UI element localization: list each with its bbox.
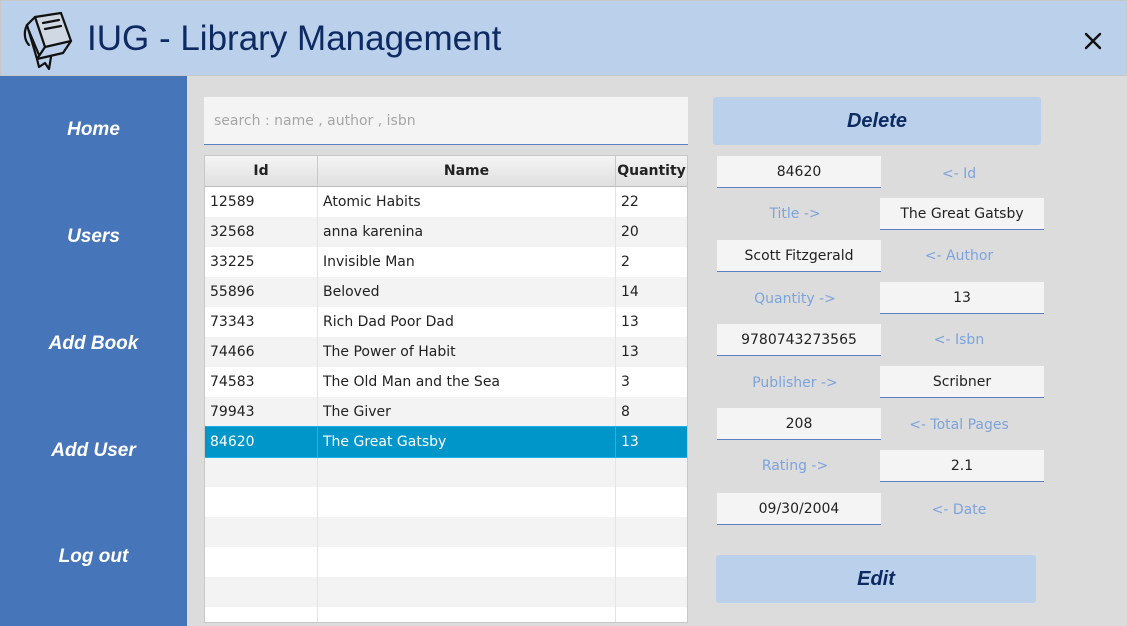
- close-icon[interactable]: [1077, 25, 1109, 57]
- cell-name: Atomic Habits: [318, 187, 616, 217]
- cell-id: 12589: [205, 187, 318, 217]
- table-body: 12589 Atomic Habits 22 32568 anna karenina 20…: [205, 187, 687, 622]
- cell-quantity: [616, 547, 687, 577]
- rating-label: Rating ->: [761, 458, 829, 474]
- quantity-field[interactable]: 13: [880, 282, 1044, 314]
- cell-id: 79943: [205, 397, 318, 427]
- cell-id: 73343: [205, 307, 318, 337]
- cell-id: 74466: [205, 337, 318, 367]
- cell-id: 33225: [205, 247, 318, 277]
- cell-name: The Power of Habit: [318, 337, 616, 367]
- publisher-label: Publisher ->: [752, 375, 838, 391]
- table-row[interactable]: 73343 Rich Dad Poor Dad 13: [205, 307, 687, 337]
- cell-name: Invisible Man: [318, 247, 616, 277]
- cell-name: Beloved: [318, 277, 616, 307]
- cell-id: [205, 517, 318, 547]
- total-pages-label: <- Total Pages: [909, 417, 1009, 433]
- table-row[interactable]: 32568 anna karenina 20: [205, 217, 687, 247]
- sidebar-item-add-book[interactable]: Add Book: [0, 324, 187, 364]
- books-table: Id Name Quantity 12589 Atomic Habits 22 325…: [204, 155, 688, 623]
- table-row[interactable]: 12589 Atomic Habits 22: [205, 187, 687, 217]
- isbn-label: <- Isbn: [933, 332, 985, 348]
- cell-id: [205, 457, 318, 487]
- cell-id: [205, 607, 318, 622]
- cell-id: [205, 487, 318, 517]
- table-row[interactable]: 74466 The Power of Habit 13: [205, 337, 687, 367]
- table-row[interactable]: 74583 The Old Man and the Sea 3: [205, 367, 687, 397]
- cell-name: [318, 487, 616, 517]
- table-header: Id Name Quantity: [205, 156, 687, 187]
- empty-table-row: [205, 577, 687, 607]
- empty-table-row: [205, 517, 687, 547]
- cell-id: 55896: [205, 277, 318, 307]
- column-header-name[interactable]: Name: [318, 156, 616, 186]
- date-field[interactable]: 09/30/2004: [717, 493, 881, 525]
- cell-quantity: [616, 517, 687, 547]
- cell-id: [205, 547, 318, 577]
- quantity-label: Quantity ->: [754, 291, 836, 307]
- id-label: <- Id: [941, 166, 977, 182]
- cell-name: anna karenina: [318, 217, 616, 247]
- cell-name: The Old Man and the Sea: [318, 367, 616, 397]
- total-pages-field[interactable]: 208: [717, 408, 881, 440]
- cell-name: [318, 577, 616, 607]
- date-label: <- Date: [931, 502, 987, 518]
- cell-quantity: 22: [621, 194, 639, 210]
- author-field[interactable]: Scott Fitzgerald: [717, 240, 881, 272]
- empty-table-row: [205, 457, 687, 487]
- edit-button[interactable]: Edit: [716, 555, 1036, 603]
- isbn-field[interactable]: 9780743273565: [717, 324, 881, 356]
- table-row[interactable]: 55896 Beloved 14: [205, 277, 687, 307]
- author-label: <- Author: [924, 248, 994, 264]
- cell-name: [318, 457, 616, 487]
- cell-quantity: 13: [621, 434, 639, 450]
- book-icon: [23, 11, 73, 71]
- cell-name: [318, 547, 616, 577]
- cell-name: Rich Dad Poor Dad: [318, 307, 616, 337]
- delete-button[interactable]: Delete: [713, 97, 1041, 145]
- search-input[interactable]: [204, 97, 688, 145]
- cell-id: 32568: [205, 217, 318, 247]
- cell-quantity: 14: [621, 284, 639, 300]
- cell-name: The Giver: [318, 397, 616, 427]
- empty-table-row: [205, 487, 687, 517]
- table-row[interactable]: 84620 The Great Gatsby 13: [205, 426, 687, 458]
- table-row[interactable]: 79943 The Giver 8: [205, 397, 687, 427]
- empty-table-row: [205, 547, 687, 577]
- cell-quantity: 13: [621, 344, 639, 360]
- cell-name: The Great Gatsby: [318, 427, 616, 457]
- sidebar-item-home[interactable]: Home: [0, 110, 187, 150]
- column-header-quantity[interactable]: Quantity: [616, 156, 687, 186]
- title-field[interactable]: The Great Gatsby: [880, 198, 1044, 230]
- cell-quantity: [616, 577, 687, 607]
- cell-id: [205, 577, 318, 607]
- cell-id: 84620: [205, 427, 318, 457]
- cell-name: [318, 517, 616, 547]
- app-title: IUG - Library Management: [87, 19, 502, 58]
- sidebar: Home Users Add Book Add User Log out: [0, 76, 187, 626]
- cell-quantity: 2: [621, 254, 630, 270]
- cell-quantity: [616, 487, 687, 517]
- table-row[interactable]: 33225 Invisible Man 2: [205, 247, 687, 277]
- title-bar: IUG - Library Management: [0, 0, 1127, 76]
- cell-quantity: [616, 607, 687, 622]
- cell-name: [318, 607, 616, 622]
- title-label: Title ->: [769, 206, 821, 222]
- rating-field[interactable]: 2.1: [880, 450, 1044, 482]
- cell-id: 74583: [205, 367, 318, 397]
- publisher-field[interactable]: Scribner: [880, 366, 1044, 398]
- sidebar-item-add-user[interactable]: Add User: [0, 431, 187, 471]
- sidebar-item-log-out[interactable]: Log out: [0, 537, 187, 577]
- empty-table-row: [205, 607, 687, 622]
- cell-quantity: 3: [621, 374, 630, 390]
- cell-quantity: 20: [621, 224, 639, 240]
- id-field[interactable]: 84620: [717, 156, 881, 188]
- sidebar-item-users[interactable]: Users: [0, 217, 187, 257]
- cell-quantity: [616, 457, 687, 487]
- cell-quantity: 8: [621, 404, 630, 420]
- cell-quantity: 13: [621, 314, 639, 330]
- column-header-id[interactable]: Id: [205, 156, 318, 186]
